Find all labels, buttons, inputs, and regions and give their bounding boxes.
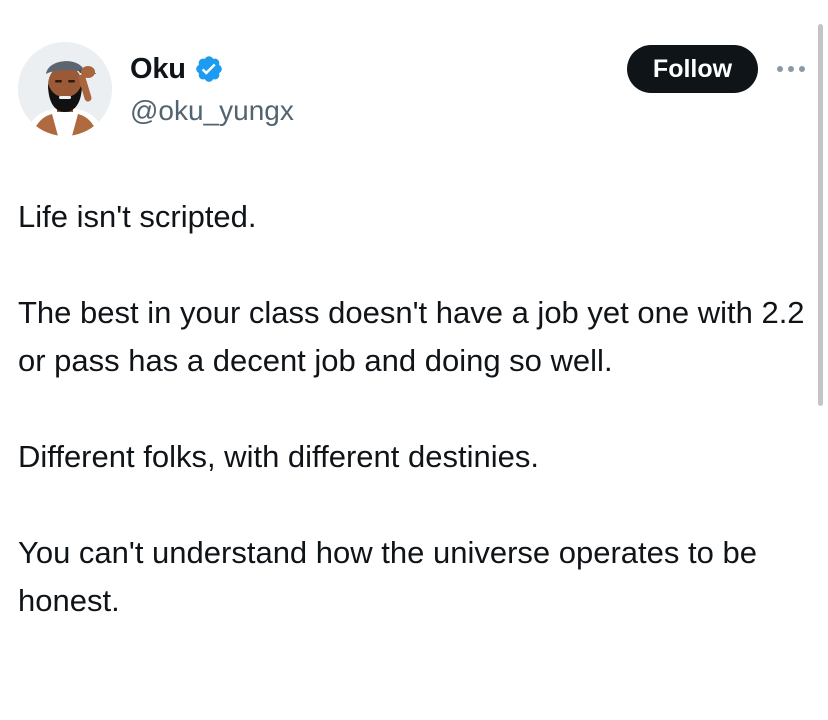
tweet-paragraph: The best in your class doesn't have a jo… bbox=[18, 295, 805, 378]
display-name[interactable]: Oku bbox=[130, 52, 186, 86]
scrollbar[interactable] bbox=[818, 24, 823, 406]
more-horizontal-icon bbox=[777, 66, 805, 72]
avatar-image bbox=[18, 42, 112, 136]
tweet: Oku @oku_yungx Follow Life isn't scripte… bbox=[0, 0, 828, 720]
follow-button[interactable]: Follow bbox=[627, 45, 758, 93]
more-options-button[interactable] bbox=[774, 56, 808, 82]
author-name-row[interactable]: Oku bbox=[130, 52, 224, 86]
verified-badge-icon bbox=[194, 54, 224, 84]
user-handle[interactable]: @oku_yungx bbox=[130, 94, 294, 128]
avatar[interactable] bbox=[18, 42, 112, 136]
tweet-paragraph: Life isn't scripted. bbox=[18, 199, 257, 234]
tweet-paragraph: Different folks, with different destinie… bbox=[18, 439, 539, 474]
tweet-text: Life isn't scripted. The best in your cl… bbox=[18, 193, 808, 625]
tweet-paragraph: You can't understand how the universe op… bbox=[18, 535, 757, 618]
